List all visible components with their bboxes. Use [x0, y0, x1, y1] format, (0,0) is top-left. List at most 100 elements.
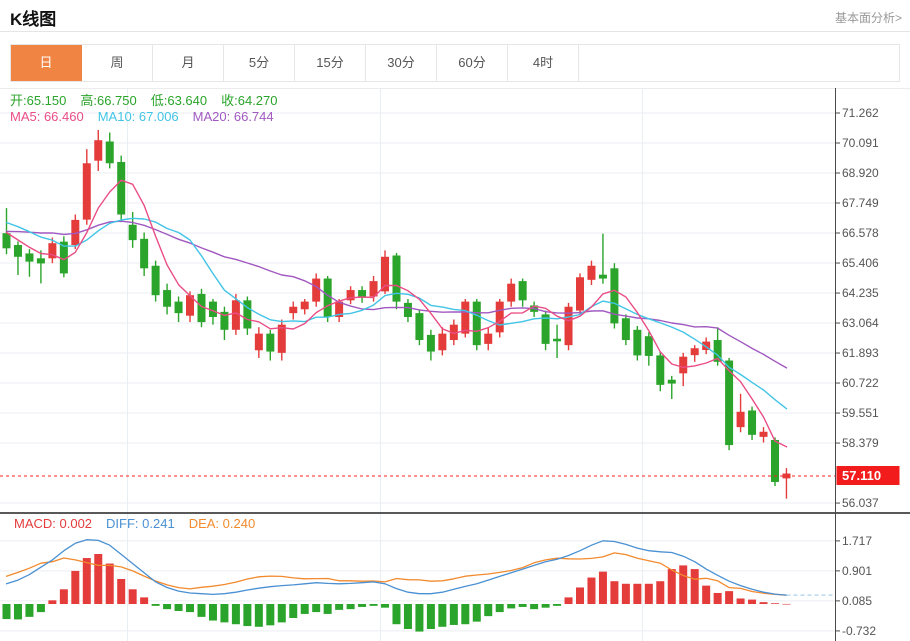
macd-bar: [358, 604, 366, 607]
candle-body: [266, 334, 274, 352]
ohlc-close-value: 收:64.270: [221, 93, 277, 108]
macd-bar: [301, 604, 309, 614]
macd-bar: [507, 604, 515, 608]
candle-body: [255, 334, 263, 351]
macd-bar: [152, 604, 160, 606]
candle-body: [496, 302, 504, 333]
ohlc-low-value: 低:63.640: [151, 93, 207, 108]
ma-legend: MA5: 66.460MA10: 67.006MA20: 66.744: [10, 109, 288, 124]
candle-body: [553, 339, 561, 342]
macd-bar: [760, 602, 768, 604]
kline-page: K线图 基本面分析> 日周月5分15分30分60分4时 71.26270.091…: [0, 0, 910, 641]
current-price-badge-label: 57.110: [842, 468, 881, 483]
candle-body: [427, 335, 435, 352]
macd-bar: [565, 597, 573, 604]
macd-bar: [324, 604, 332, 614]
candle-body: [587, 266, 595, 280]
candle-body: [163, 290, 171, 307]
macd-bar: [175, 604, 183, 611]
macd-bar: [140, 597, 148, 604]
price-axis-label: 63.064: [842, 316, 879, 330]
ma-ma10-value: MA10: 67.006: [98, 109, 179, 124]
candle-body: [748, 410, 756, 434]
candle-body: [312, 279, 320, 302]
candle-body: [599, 275, 607, 279]
ma-ma5-value: MA5: 66.460: [10, 109, 84, 124]
candle-body: [461, 302, 469, 334]
macd-bar: [714, 593, 722, 604]
price-axis-label: 66.578: [842, 226, 879, 240]
macd-bar: [679, 565, 687, 604]
macd-bar: [392, 604, 400, 624]
macd-bar: [656, 581, 664, 604]
candle-body: [645, 336, 653, 356]
candle-body: [484, 334, 492, 344]
price-axis-label: 70.091: [842, 136, 879, 150]
macd-bar: [450, 604, 458, 625]
macd-bar: [129, 589, 137, 604]
macd-bar: [25, 604, 33, 617]
macd-bar: [94, 554, 102, 604]
macd-bar: [335, 604, 343, 610]
candle-body: [129, 225, 137, 240]
macd-bar: [576, 587, 584, 604]
macd-bar: [209, 604, 217, 621]
candle-body: [3, 233, 11, 248]
price-axis-label: 60.722: [842, 376, 879, 390]
macd-bar: [347, 604, 355, 609]
candle-body: [83, 163, 91, 219]
macd-bar: [771, 603, 779, 604]
ohlc-open-value: 开:65.150: [10, 93, 66, 108]
macd-bar: [599, 572, 607, 604]
macd-axis-label: 0.085: [842, 594, 872, 608]
macd-bar: [691, 569, 699, 604]
candle-body: [301, 302, 309, 310]
macd-bar: [782, 604, 790, 605]
candle-body: [656, 355, 664, 384]
macd-bar: [3, 604, 11, 619]
candle-body: [622, 318, 630, 340]
macd-bar: [163, 604, 171, 609]
macd-bar: [496, 604, 504, 612]
candle-body: [519, 281, 527, 300]
price-axis-label: 71.262: [842, 106, 879, 120]
macd-bar: [117, 579, 125, 604]
macd-legend: MACD: 0.002DIFF: 0.241DEA: 0.240: [14, 516, 269, 531]
candle-body: [691, 348, 699, 355]
price-axis-label: 58.379: [842, 436, 879, 450]
candle-body: [25, 253, 33, 261]
candle-body: [737, 412, 745, 427]
macd-bar: [530, 604, 538, 609]
macd-bar: [461, 604, 469, 624]
candle-body: [507, 284, 515, 302]
macd-axis-label: 0.901: [842, 564, 872, 578]
candle-body: [289, 307, 297, 313]
macd-bar: [725, 591, 733, 604]
macd-bar: [37, 604, 45, 612]
price-axis-label: 68.920: [842, 166, 879, 180]
macd-bar: [553, 604, 561, 606]
macd-bar: [266, 604, 274, 625]
macd-bar: [220, 604, 228, 622]
ohlc-legend: 开:65.150高:66.750低:63.640收:64.270: [10, 90, 292, 109]
macd-bar: [415, 604, 423, 632]
macd-bar: [702, 586, 710, 604]
price-axis-label: 65.406: [842, 256, 879, 270]
macd-dea-value: DEA: 0.240: [189, 516, 256, 531]
candle-body: [106, 141, 114, 163]
candle-body: [140, 239, 148, 268]
candle-body: [14, 245, 22, 257]
macd-bar: [737, 598, 745, 604]
macd-bar: [542, 604, 550, 608]
macd-bar: [622, 584, 630, 604]
macd-bar: [668, 569, 676, 604]
macd-bar: [370, 604, 378, 606]
macd-bar: [278, 604, 286, 622]
macd-bar: [645, 584, 653, 604]
macd-bar: [473, 604, 481, 622]
macd-bar: [427, 604, 435, 629]
price-axis-label: 64.235: [842, 286, 879, 300]
price-axis-label: 67.749: [842, 196, 879, 210]
macd-bar: [633, 584, 641, 604]
macd-bar: [48, 600, 56, 604]
